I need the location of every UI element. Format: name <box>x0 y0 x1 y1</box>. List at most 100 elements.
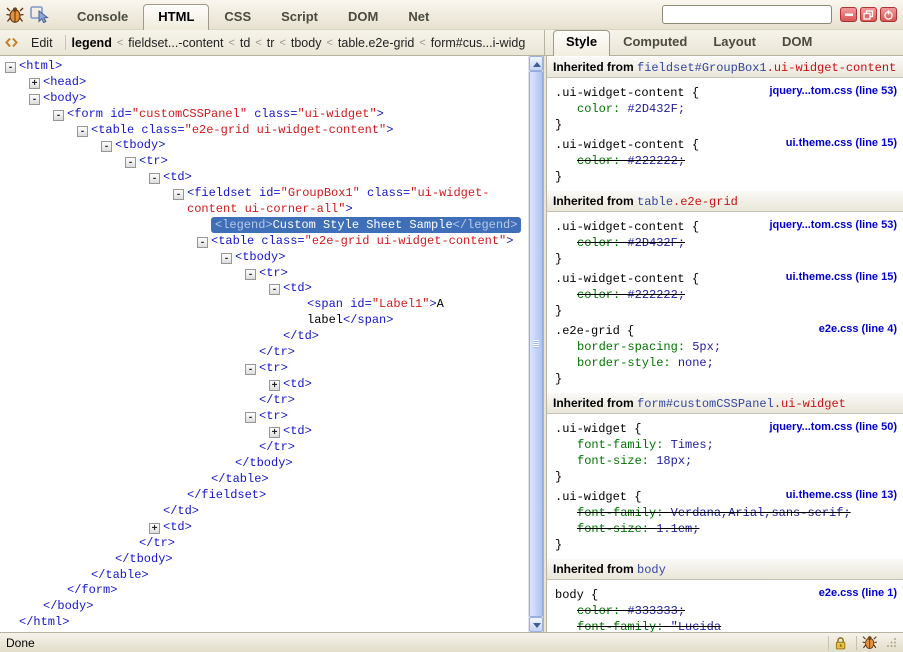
css-property[interactable]: font-family: "Lucida Grande",Verdana,Ari… <box>555 619 895 632</box>
tree-node[interactable]: -<tr> <box>0 409 528 425</box>
inspect-element-icon[interactable] <box>30 6 50 23</box>
tab-css[interactable]: CSS <box>209 4 266 29</box>
tab-net[interactable]: Net <box>393 4 444 29</box>
twisty-collapse-icon[interactable]: - <box>101 141 112 152</box>
side-tab-layout[interactable]: Layout <box>700 30 769 55</box>
breadcrumb-item-form-cus-i-widg[interactable]: form#cus...i-widg <box>429 36 527 50</box>
side-tab-style[interactable]: Style <box>553 30 610 56</box>
twisty-collapse-icon[interactable]: - <box>245 412 256 423</box>
css-property[interactable]: border-style: none; <box>555 355 895 371</box>
tree-node[interactable]: -<html> <box>0 59 528 75</box>
breadcrumb-item-fieldset-content[interactable]: fieldset...-content <box>126 36 225 50</box>
twisty-collapse-icon[interactable]: - <box>197 237 208 248</box>
source-file-link[interactable]: jquery...tom.css (line 53) <box>769 219 897 231</box>
tree-node[interactable]: -<body> <box>0 91 528 107</box>
edit-button[interactable]: Edit <box>23 36 61 50</box>
twisty-collapse-icon[interactable]: - <box>245 269 256 280</box>
scrollbar-thumb[interactable] <box>529 71 543 617</box>
twisty-collapse-icon[interactable]: - <box>245 364 256 375</box>
tree-node[interactable]: -<tr> <box>0 154 528 170</box>
css-property[interactable]: color: #222222; <box>555 153 895 169</box>
twisty-collapse-icon[interactable]: - <box>53 110 64 121</box>
source-file-link[interactable]: e2e.css (line 1) <box>819 587 897 599</box>
header-selector-link[interactable]: .e2e-grid <box>673 195 738 209</box>
twisty-expand-icon[interactable]: + <box>149 523 160 534</box>
css-property[interactable]: color: #222222; <box>555 287 895 303</box>
css-property[interactable]: color: #2D432F; <box>555 101 895 117</box>
tree-node[interactable]: -<tbody> <box>0 138 528 154</box>
breadcrumb-item-tr[interactable]: tr <box>265 36 277 50</box>
tree-node[interactable]: </tbody> <box>0 456 528 472</box>
twisty-expand-icon[interactable]: + <box>29 78 40 89</box>
css-property[interactable]: font-family: Verdana,Arial,sans-serif; <box>555 505 895 521</box>
firebug-bug-icon[interactable] <box>6 6 26 24</box>
scroll-down-button[interactable] <box>529 617 543 632</box>
tree-node[interactable]: </body> <box>0 599 528 615</box>
tree-node[interactable]: </tbody> <box>0 552 528 568</box>
breadcrumb-item-table-e2e-grid[interactable]: table.e2e-grid <box>336 36 416 50</box>
twisty-collapse-icon[interactable]: - <box>5 62 16 73</box>
header-selector-link[interactable]: .ui-widget <box>774 397 846 411</box>
firebug-status-icon[interactable] <box>862 635 879 650</box>
vertical-scrollbar[interactable] <box>528 56 543 632</box>
twisty-expand-icon[interactable]: + <box>269 427 280 438</box>
header-selector-link[interactable]: form#customCSSPanel <box>637 397 774 411</box>
detach-window-button[interactable] <box>860 7 877 22</box>
header-selector-link[interactable]: body <box>637 563 666 577</box>
tree-node[interactable]: -<tr> <box>0 361 528 377</box>
twisty-collapse-icon[interactable]: - <box>173 189 184 200</box>
search-input[interactable] <box>662 5 832 24</box>
tab-script[interactable]: Script <box>266 4 333 29</box>
tree-node[interactable]: content ui-corner-all"> <box>0 202 528 218</box>
tree-node[interactable]: </html> <box>0 615 528 631</box>
code-chevrons-icon[interactable] <box>4 36 19 49</box>
header-selector-link[interactable]: fieldset#GroupBox1 <box>637 61 767 75</box>
tree-node[interactable]: </form> <box>0 583 528 599</box>
tree-node[interactable]: -<table class="e2e-grid ui-widget-conten… <box>0 234 528 250</box>
ssl-lock-icon[interactable] <box>834 636 847 650</box>
breadcrumb-item-td[interactable]: td <box>238 36 252 50</box>
tree-node[interactable]: label</span> <box>0 313 528 329</box>
tree-node[interactable]: -<form id="customCSSPanel" class="ui-wid… <box>0 107 528 123</box>
tree-node[interactable]: </table> <box>0 568 528 584</box>
resize-grip-icon[interactable] <box>887 636 897 650</box>
tree-node[interactable]: <span id="Label1">A <box>0 297 528 313</box>
tab-dom[interactable]: DOM <box>333 4 393 29</box>
twisty-collapse-icon[interactable]: - <box>149 173 160 184</box>
header-selector-link[interactable]: table <box>637 195 673 209</box>
tree-node[interactable]: +<td> <box>0 520 528 536</box>
tree-node[interactable]: -<td> <box>0 170 528 186</box>
tree-node[interactable]: </tr> <box>0 393 528 409</box>
header-selector-link[interactable]: .ui-widget-content <box>767 61 897 75</box>
css-property[interactable]: font-size: 1.1em; <box>555 521 895 537</box>
source-file-link[interactable]: jquery...tom.css (line 53) <box>769 85 897 97</box>
css-property[interactable]: font-size: 18px; <box>555 453 895 469</box>
tree-node[interactable]: </tr> <box>0 345 528 361</box>
tree-node[interactable]: -<table class="e2e-grid ui-widget-conten… <box>0 123 528 139</box>
deactivate-button[interactable] <box>880 7 897 22</box>
css-property[interactable]: font-family: Times; <box>555 437 895 453</box>
tree-node[interactable]: +<head> <box>0 75 528 91</box>
tree-node[interactable]: </td> <box>0 329 528 345</box>
source-file-link[interactable]: jquery...tom.css (line 50) <box>769 421 897 433</box>
side-tab-dom[interactable]: DOM <box>769 30 825 55</box>
tree-node[interactable]: </table> <box>0 472 528 488</box>
tree-node[interactable]: </td> <box>0 504 528 520</box>
tree-node[interactable]: +<td> <box>0 377 528 393</box>
breadcrumb-item-legend[interactable]: legend <box>70 36 114 50</box>
source-file-link[interactable]: ui.theme.css (line 15) <box>786 137 897 149</box>
tree-node[interactable]: +<td> <box>0 424 528 440</box>
twisty-expand-icon[interactable]: + <box>269 380 280 391</box>
source-file-link[interactable]: ui.theme.css (line 15) <box>786 271 897 283</box>
tree-node[interactable]: </tr> <box>0 536 528 552</box>
scroll-up-button[interactable] <box>529 56 543 71</box>
twisty-collapse-icon[interactable]: - <box>221 253 232 264</box>
tree-node[interactable]: <legend>Custom Style Sheet Sample</legen… <box>0 218 528 234</box>
source-file-link[interactable]: e2e.css (line 4) <box>819 323 897 335</box>
tree-node[interactable]: -<fieldset id="GroupBox1" class="ui-widg… <box>0 186 528 202</box>
css-property[interactable]: color: #333333; <box>555 603 895 619</box>
tree-node[interactable]: </fieldset> <box>0 488 528 504</box>
tree-node[interactable]: -<tr> <box>0 266 528 282</box>
tab-html[interactable]: HTML <box>143 4 209 30</box>
tree-node[interactable]: </tr> <box>0 440 528 456</box>
